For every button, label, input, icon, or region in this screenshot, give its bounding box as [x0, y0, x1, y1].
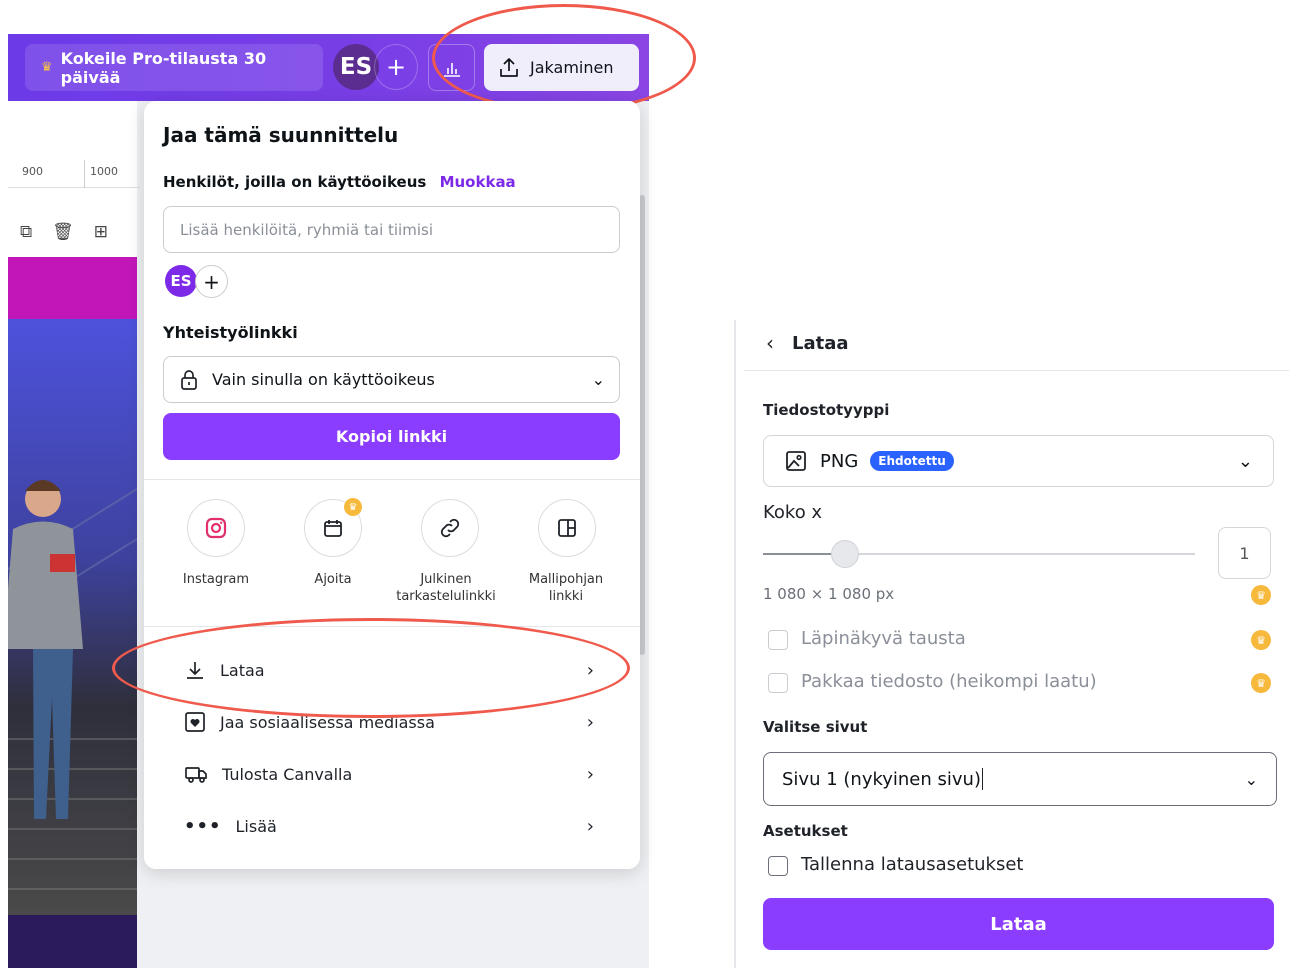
chevron-right-icon: ›: [586, 711, 594, 733]
filetype-value: PNG: [820, 450, 859, 472]
filetype-select[interactable]: PNG Ehdotettu ⌄: [763, 435, 1274, 487]
chevron-down-icon: ⌄: [591, 370, 605, 389]
back-icon[interactable]: ‹: [766, 331, 774, 355]
chevron-right-icon: ›: [586, 763, 594, 785]
share-button-highlight: [432, 4, 696, 112]
copy-link-button[interactable]: Kopioi linkki: [163, 413, 620, 460]
menu-item-more[interactable]: ••• Lisää ›: [184, 811, 594, 841]
divider: [144, 479, 640, 480]
crown-icon: ♛: [1251, 630, 1271, 650]
ruler: 900 1000: [8, 160, 140, 188]
compress-label: Pakkaa tiedosto (heikompi laatu): [801, 671, 1097, 692]
download-header: ‹ Lataa: [766, 331, 849, 355]
try-pro-button[interactable]: ♛ Kokeile Pro-tilausta 30 päivää: [25, 44, 323, 91]
ruler-mark: 900: [22, 165, 43, 178]
template-icon: [558, 519, 576, 537]
panel-edge: [734, 320, 736, 968]
share-option-label: Ajoita: [314, 572, 352, 587]
transparent-bg-label: Läpinäkyvä tausta: [801, 628, 966, 649]
avatar[interactable]: ES: [333, 44, 379, 90]
heart-icon: [185, 712, 205, 732]
pages-value: Sivu 1 (nykyinen sivu): [782, 768, 981, 790]
collab-link-label: Yhteistyölinkki: [163, 323, 298, 342]
link-icon: [440, 518, 460, 538]
share-dialog: Jaa tämä suunnittelu Henkilöt, joilla on…: [144, 101, 640, 869]
instagram-button[interactable]: [187, 499, 245, 557]
add-collaborator-button[interactable]: +: [374, 44, 418, 90]
settings-label: Asetukset: [763, 822, 848, 840]
crown-icon: ♛: [1251, 585, 1271, 605]
design-header-strip: [8, 257, 137, 319]
design-footer-strip: [8, 915, 137, 968]
try-pro-label: Kokeile Pro-tilausta 30 päivää: [60, 48, 267, 87]
filetype-label: Tiedostotyyppi: [763, 401, 890, 419]
link-access-select[interactable]: Vain sinulla on käyttöoikeus ⌄: [163, 356, 620, 403]
suggested-badge: Ehdotettu: [870, 451, 954, 471]
share-option-label: Julkinen tarkastelulinkki: [396, 572, 496, 604]
compress-checkbox[interactable]: [768, 673, 788, 693]
crown-icon: ♛: [1251, 673, 1271, 693]
size-slider-handle[interactable]: [831, 540, 859, 568]
menu-item-label: Tulosta Canvalla: [222, 764, 353, 784]
save-settings-label: Tallenna latausasetukset: [801, 854, 1024, 875]
menu-item-print[interactable]: Tulosta Canvalla ›: [184, 759, 594, 789]
dialog-title: Jaa tämä suunnittelu: [163, 123, 399, 147]
ruler-mark: 1000: [90, 165, 118, 178]
chevron-right-icon: ›: [586, 815, 594, 837]
size-slider[interactable]: [763, 553, 1195, 555]
calendar-icon: [324, 520, 342, 537]
size-label: Koko x: [763, 502, 823, 523]
chevron-down-icon: ⌄: [1244, 769, 1258, 789]
menu-item-label: Lisää: [235, 816, 277, 836]
delete-page-icon[interactable]: 🗑: [52, 222, 74, 242]
dimensions-text: 1 080 × 1 080 px: [763, 585, 895, 603]
public-link-button[interactable]: [421, 499, 479, 557]
chevron-down-icon: ⌄: [1237, 450, 1253, 472]
template-link-button[interactable]: [538, 499, 596, 557]
more-icon: •••: [184, 815, 222, 837]
save-settings-checkbox[interactable]: [768, 856, 788, 876]
person-photo-illustration: [8, 319, 137, 915]
instagram-icon: [205, 517, 227, 539]
add-person-button[interactable]: +: [195, 265, 228, 298]
share-option-label: Instagram: [182, 572, 250, 587]
page-tools: ⧉ 🗑 ⊞: [20, 222, 108, 242]
design-photo: [8, 319, 137, 915]
crown-icon: ♛: [41, 60, 53, 75]
pages-label: Valitse sivut: [763, 718, 868, 736]
download-highlight: [112, 618, 630, 718]
lock-icon: [181, 369, 197, 390]
download-button[interactable]: Lataa: [763, 898, 1274, 950]
access-row: Henkilöt, joilla on käyttöoikeus Muokkaa: [163, 173, 516, 191]
access-label: Henkilöt, joilla on käyttöoikeus: [163, 173, 427, 191]
duplicate-page-icon[interactable]: ⧉: [20, 222, 32, 242]
text-cursor: [981, 768, 983, 790]
size-input[interactable]: 1: [1218, 527, 1271, 579]
transparent-bg-checkbox[interactable]: [768, 630, 788, 650]
share-option-label: Mallipohjan linkki: [528, 572, 604, 604]
download-title: Lataa: [792, 332, 849, 354]
crown-icon: ♛: [344, 498, 362, 516]
edit-access-link[interactable]: Muokkaa: [440, 173, 516, 191]
add-page-icon[interactable]: ⊞: [94, 222, 108, 242]
truck-icon: [185, 767, 207, 783]
add-people-input[interactable]: Lisää henkilöitä, ryhmiä tai tiimisi: [163, 206, 620, 253]
pages-select[interactable]: Sivu 1 (nykyinen sivu) ⌄: [763, 752, 1277, 806]
avatar[interactable]: ES: [165, 265, 197, 297]
link-access-value: Vain sinulla on käyttöoikeus: [212, 370, 435, 389]
ruler-tick: [84, 160, 85, 188]
image-icon: [786, 451, 806, 471]
divider: [744, 370, 1289, 371]
